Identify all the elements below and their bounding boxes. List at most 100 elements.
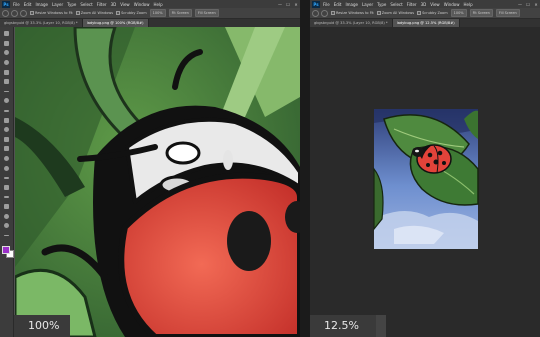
menu-window[interactable]: Window — [444, 2, 460, 7]
zoom-in-icon[interactable] — [321, 9, 328, 17]
eraser-icon[interactable] — [3, 136, 10, 143]
zoom-100-button[interactable]: 100% — [149, 9, 166, 17]
menu-layer[interactable]: Layer — [362, 2, 373, 7]
type-icon[interactable] — [3, 184, 10, 191]
resize-windows-option[interactable]: Resize Windows to Fit — [331, 11, 374, 15]
menu-window[interactable]: Window — [134, 2, 150, 7]
quick-select-icon[interactable] — [3, 59, 10, 66]
resize-windows-checkbox[interactable] — [30, 11, 34, 15]
zoom-all-option[interactable]: Zoom All Windows — [376, 11, 415, 15]
menu-filter[interactable]: Filter — [407, 2, 417, 7]
fill-screen-button[interactable]: Fill Screen — [495, 9, 520, 17]
minimize-button[interactable]: — — [276, 2, 284, 7]
brush-icon[interactable] — [3, 107, 10, 114]
tab-ladybug[interactable]: ladybug.png @ 100% (RGB/8#) — [82, 19, 149, 27]
eyedropper-icon[interactable] — [3, 88, 10, 95]
menu-select[interactable]: Select — [80, 2, 92, 7]
crop-icon[interactable] — [3, 69, 10, 76]
photoshop-logo-icon: Ps — [2, 0, 10, 8]
document-tabs: gbgsbrguid @ 33.3% (Layer 10, RGB/8) * l… — [0, 19, 300, 27]
healing-icon[interactable] — [3, 97, 10, 104]
menu-3d[interactable]: 3D — [421, 2, 427, 7]
window-divider — [300, 0, 310, 337]
menu-view[interactable]: View — [430, 2, 440, 7]
history-brush-icon[interactable] — [3, 126, 10, 133]
fit-screen-button[interactable]: Fit Screen — [469, 9, 493, 17]
fill-screen-button[interactable]: Fill Screen — [194, 9, 219, 17]
menu-type[interactable]: Type — [67, 2, 76, 7]
menu-help[interactable]: Help — [463, 2, 472, 7]
document-canvas-ladybug-100[interactable] — [15, 27, 300, 337]
lasso-icon[interactable] — [3, 49, 10, 56]
menu-bar: Ps File Edit Image Layer Type Select Fil… — [310, 0, 540, 8]
menu-layer[interactable]: Layer — [52, 2, 63, 7]
zoom-100-button[interactable]: 100% — [450, 9, 467, 17]
tab-gbgsbrguid[interactable]: gbgsbrguid @ 33.3% (Layer 10, RGB/8) * — [310, 19, 393, 27]
menu-image[interactable]: Image — [35, 2, 48, 7]
menu-help[interactable]: Help — [153, 2, 162, 7]
close-button[interactable]: ✕ — [532, 2, 540, 7]
scrubby-zoom-option[interactable]: Scrubby Zoom — [116, 11, 147, 15]
resize-windows-label: Resize Windows to Fit — [35, 11, 73, 15]
clone-stamp-icon[interactable] — [3, 117, 10, 124]
blur-icon[interactable] — [3, 155, 10, 162]
window-controls: — ☐ ✕ — [276, 2, 300, 7]
color-swatches[interactable] — [1, 246, 14, 259]
scrubby-zoom-checkbox[interactable] — [417, 11, 422, 15]
maximize-button[interactable]: ☐ — [524, 2, 532, 7]
marquee-icon[interactable] — [3, 40, 10, 47]
scrubby-zoom-option[interactable]: Scrubby Zoom — [417, 11, 448, 15]
resize-windows-option[interactable]: Resize Windows to Fit — [30, 11, 73, 15]
hand-icon[interactable] — [3, 213, 10, 220]
fit-screen-button[interactable]: Fit Screen — [168, 9, 192, 17]
ladybug-closeup-artwork — [15, 27, 300, 337]
more-tools-icon[interactable] — [3, 232, 10, 239]
frame-icon[interactable] — [3, 78, 10, 85]
tab-ladybug[interactable]: ladybug.png @ 12.5% (RGB/8#) — [392, 19, 460, 27]
menu-file[interactable]: File — [13, 2, 20, 7]
close-button[interactable]: ✕ — [292, 2, 300, 7]
shape-icon[interactable] — [3, 203, 10, 210]
zoom-out-icon[interactable] — [20, 9, 27, 17]
zoom-level-text: 100% — [28, 319, 60, 332]
menu-3d[interactable]: 3D — [111, 2, 117, 7]
tab-gbgsbrguid[interactable]: gbgsbrguid @ 33.3% (Layer 10, RGB/8) * — [0, 19, 83, 27]
dodge-icon[interactable] — [3, 165, 10, 172]
foreground-color-swatch[interactable] — [1, 246, 10, 255]
photoshop-window-left: Ps File Edit Image Layer Type Select Fil… — [0, 0, 300, 337]
menu-view[interactable]: View — [120, 2, 130, 7]
menu-edit[interactable]: Edit — [24, 2, 32, 7]
photoshop-logo-icon: Ps — [312, 0, 320, 8]
zoom-all-checkbox[interactable] — [376, 11, 381, 15]
menu-select[interactable]: Select — [390, 2, 402, 7]
menu-image[interactable]: Image — [345, 2, 358, 7]
document-canvas-ladybug-12[interactable] — [310, 27, 540, 337]
zoom-in-icon[interactable] — [11, 9, 18, 17]
scrubby-zoom-label: Scrubby Zoom — [121, 11, 147, 15]
scrubby-zoom-checkbox[interactable] — [116, 11, 121, 15]
zoom-icon[interactable] — [3, 222, 10, 229]
options-bar: Resize Windows to Fit Zoom All Windows S… — [310, 8, 540, 19]
zoom-tool-icon[interactable] — [2, 9, 9, 17]
move-icon[interactable] — [3, 30, 10, 37]
options-bar: Resize Windows to Fit Zoom All Windows S… — [0, 8, 300, 19]
path-select-icon[interactable] — [3, 193, 10, 200]
zoom-all-checkbox[interactable] — [75, 11, 80, 15]
menu-file[interactable]: File — [323, 2, 330, 7]
maximize-button[interactable]: ☐ — [284, 2, 292, 7]
menu-edit[interactable]: Edit — [334, 2, 342, 7]
minimize-button[interactable]: — — [516, 2, 524, 7]
zoom-tool-icon[interactable] — [312, 9, 319, 17]
window-controls: — ☐ ✕ — [516, 2, 540, 7]
zoom-level-text: 12.5% — [324, 319, 359, 332]
pen-icon[interactable] — [3, 174, 10, 181]
zoom-all-option[interactable]: Zoom All Windows — [75, 11, 113, 15]
menu-filter[interactable]: Filter — [97, 2, 107, 7]
gradient-icon[interactable] — [3, 145, 10, 152]
menu-bar: Ps File Edit Image Layer Type Select Fil… — [0, 0, 300, 8]
zoom-all-label: Zoom All Windows — [381, 11, 415, 15]
zoom-level-readout: 100% — [14, 315, 70, 337]
menu-type[interactable]: Type — [377, 2, 386, 7]
zoom-readout-edge — [376, 315, 386, 337]
resize-windows-checkbox[interactable] — [331, 11, 335, 15]
